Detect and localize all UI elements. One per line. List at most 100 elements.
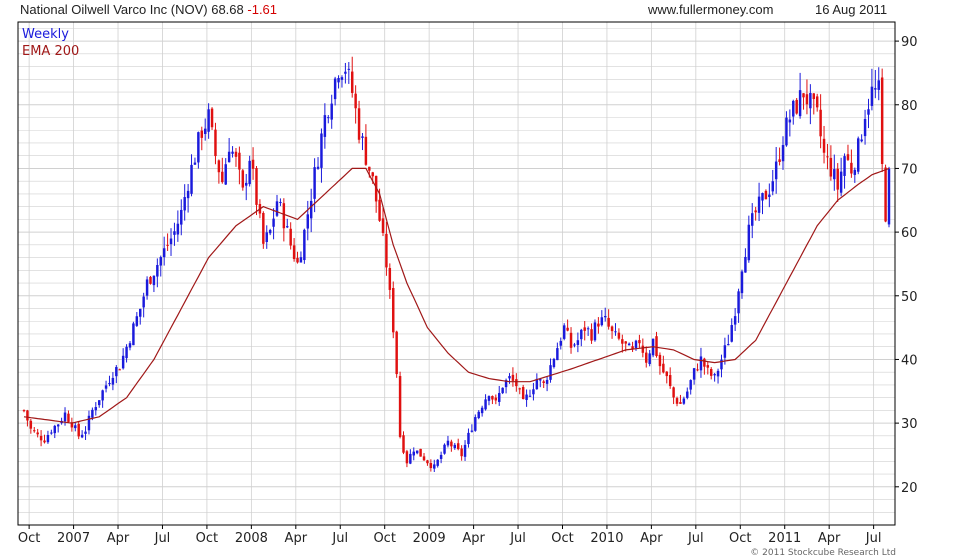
candle-body (282, 203, 286, 229)
candle-body (309, 200, 313, 219)
candle-body (600, 317, 604, 326)
candle-body (43, 440, 46, 443)
candle-body (289, 228, 292, 246)
candle-body (121, 355, 125, 369)
candle-body (316, 166, 320, 169)
candle-body (347, 68, 351, 70)
x-tick-label: Jul (509, 531, 526, 546)
candle-body (149, 276, 152, 284)
candle-body (426, 460, 429, 464)
candle-body (675, 398, 679, 404)
candle-body (368, 166, 371, 171)
x-tick-label: 2011 (768, 531, 801, 546)
candle-body (108, 382, 111, 385)
candle-body (125, 346, 128, 359)
candle-body (798, 90, 802, 117)
y-tick-label: 70 (901, 162, 918, 177)
candle-body (686, 391, 689, 398)
x-tick-label: Apr (640, 531, 663, 546)
candle-body (744, 256, 747, 273)
candle-body (409, 453, 412, 464)
candle-body (361, 136, 364, 138)
candle-body (843, 156, 846, 176)
candle-body (39, 435, 43, 441)
candle-body (542, 381, 545, 383)
candle-body (812, 93, 816, 100)
candle-body (412, 451, 415, 456)
x-axis-ticks: Oct 2007 Apr Jul Oct 2008 Apr Jul Oct 2009 Apr Jul O… (18, 525, 881, 546)
candle-body (487, 396, 491, 401)
candle-body (764, 190, 768, 200)
y-tick-label: 30 (901, 417, 918, 432)
candle-body (867, 109, 870, 115)
candle-body (590, 329, 593, 341)
candle-body (474, 417, 477, 431)
x-tick-label: Apr (818, 531, 841, 546)
candle-body (306, 214, 310, 229)
candle-body (364, 136, 368, 165)
candle-body (292, 245, 296, 260)
candle-body (549, 365, 552, 380)
candle-body (552, 358, 556, 368)
candle-body (227, 151, 231, 163)
candle-body (603, 316, 607, 318)
x-tick-label: Oct (18, 531, 40, 546)
candle-body (176, 223, 180, 235)
candle-body (159, 257, 162, 266)
candle-body (152, 275, 156, 286)
candle-body (142, 296, 145, 308)
candle-body (737, 291, 740, 314)
candle-body (436, 459, 439, 466)
legend-weekly: Weekly (22, 27, 69, 42)
candle-body (839, 171, 843, 193)
candle-body (186, 190, 190, 199)
candle-body (303, 229, 306, 261)
y-tick-label: 60 (901, 226, 918, 241)
candle-body (576, 340, 580, 345)
candle-body (781, 145, 785, 162)
candle-body (672, 387, 675, 398)
candle-body (371, 172, 374, 177)
candle-body (477, 411, 480, 419)
candle-body (241, 170, 245, 188)
candle-body (453, 444, 457, 449)
candle-body (709, 369, 713, 376)
candle-body (562, 325, 566, 339)
candle-body (395, 331, 398, 375)
candle-body (716, 370, 720, 377)
candle-body (203, 128, 207, 135)
candle-body (751, 213, 754, 226)
candle-body (757, 196, 761, 213)
candle-body (792, 100, 795, 117)
x-tick-label: Apr (462, 531, 485, 546)
candle-body (429, 463, 433, 469)
candle-body (344, 71, 347, 74)
candle-body (265, 232, 268, 243)
candle-body (446, 440, 450, 446)
candle-body (648, 353, 651, 365)
candle-body (87, 415, 91, 431)
candle-body (815, 96, 819, 108)
candle-body (337, 78, 340, 83)
candle-body (36, 432, 39, 435)
candle-body (699, 356, 703, 371)
candle-body (730, 325, 733, 342)
candle-body (850, 162, 853, 174)
candle-body (836, 168, 839, 190)
candle-body (621, 339, 624, 344)
candle-body (689, 380, 692, 390)
candle-body (262, 212, 265, 244)
candle-body (802, 93, 805, 98)
candle-body (115, 367, 118, 377)
x-tick-label: Apr (107, 531, 130, 546)
candle-body (433, 464, 436, 469)
candle-body (733, 316, 737, 325)
candle-body (22, 410, 26, 412)
candle-body (805, 94, 809, 105)
candle-body (819, 109, 822, 137)
candle-body (234, 151, 238, 157)
y-tick-label: 50 (901, 290, 918, 305)
candle-body (156, 265, 159, 277)
candle-body (692, 368, 696, 380)
candle-body (484, 399, 487, 410)
